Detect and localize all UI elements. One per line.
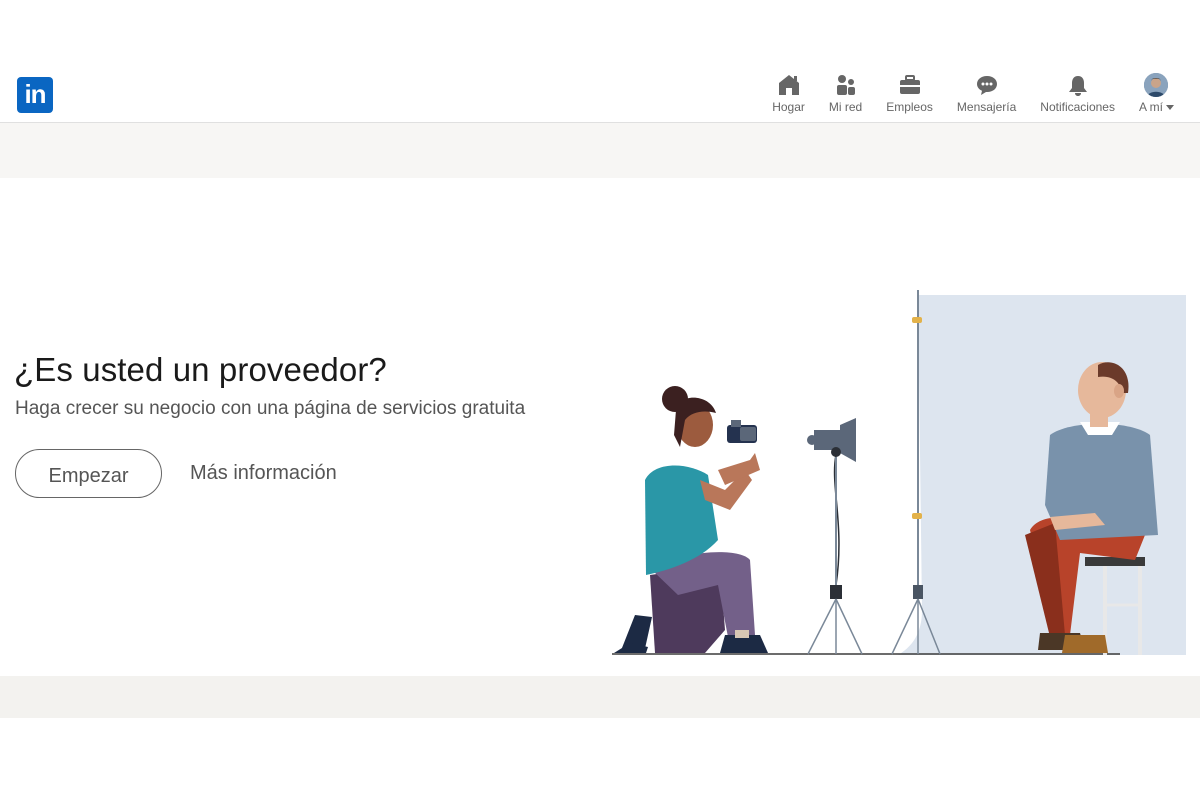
top-navigation-bar: in Hogar Mi red Empleos Mensajería Notif…: [0, 66, 1200, 123]
nav-item-network[interactable]: Mi red: [817, 72, 874, 122]
avatar: [1143, 72, 1169, 98]
nav-item-me[interactable]: A mí: [1127, 72, 1186, 122]
nav-item-label: Empleos: [886, 100, 933, 114]
me-label: A mí: [1138, 100, 1163, 114]
photographer-illustration: [600, 285, 1190, 660]
nav-item-label: Hogar: [772, 100, 805, 114]
caret-down-icon: [1166, 104, 1174, 110]
page-title: ¿Es usted un proveedor?: [14, 351, 387, 388]
network-icon: [833, 72, 859, 98]
nav-item-label-me: A mí: [1139, 100, 1174, 114]
logo-text: in: [24, 78, 46, 109]
home-icon: [776, 72, 802, 98]
nav-item-label: Mi red: [828, 100, 863, 114]
page-subtitle: Haga crecer su negocio con una página de…: [15, 398, 526, 419]
messaging-icon: [974, 72, 1000, 98]
bell-icon: [1065, 72, 1091, 98]
bottom-band: [0, 676, 1200, 718]
start-button[interactable]: Empezar: [15, 449, 162, 498]
nav-menu: Hogar Mi red Empleos Mensajería Notifica…: [760, 72, 1186, 122]
nav-item-label: Mensajería: [956, 100, 1017, 114]
briefcase-icon: [897, 72, 923, 98]
learn-more-link[interactable]: Más información: [190, 462, 337, 485]
nav-item-messaging[interactable]: Mensajería: [945, 72, 1028, 122]
nav-item-jobs[interactable]: Empleos: [874, 72, 945, 122]
top-band: [0, 123, 1200, 178]
nav-item-label: Notificaciones: [1040, 100, 1115, 114]
nav-item-notifications[interactable]: Notificaciones: [1028, 72, 1127, 122]
nav-item-home[interactable]: Hogar: [760, 72, 817, 122]
linkedin-logo[interactable]: in: [17, 77, 53, 113]
